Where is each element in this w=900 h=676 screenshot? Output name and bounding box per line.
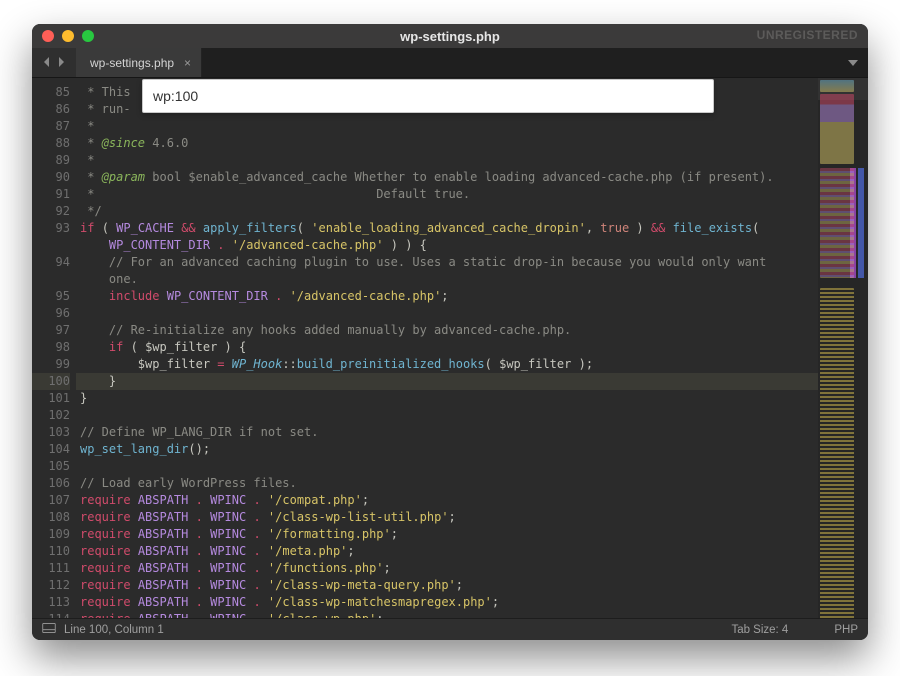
code-line: * bbox=[80, 152, 818, 169]
line-number: 88 bbox=[32, 135, 70, 152]
code-line: require ABSPATH . WPINC . '/formatting.p… bbox=[80, 526, 818, 543]
code-line: * @since 4.6.0 bbox=[80, 135, 818, 152]
code-line: require ABSPATH . WPINC . '/compat.php'; bbox=[80, 492, 818, 509]
titlebar: wp-settings.php UNREGISTERED bbox=[32, 24, 868, 48]
tab-label: wp-settings.php bbox=[90, 56, 174, 70]
window-title: wp-settings.php bbox=[400, 29, 500, 44]
code-line: // Re-initialize any hooks added manuall… bbox=[80, 322, 818, 339]
line-number: 108 bbox=[32, 509, 70, 526]
line-number: 86 bbox=[32, 101, 70, 118]
nav-back-button[interactable] bbox=[42, 55, 52, 70]
tab-close-icon[interactable]: × bbox=[184, 56, 191, 70]
zoom-window-button[interactable] bbox=[82, 30, 94, 42]
tab-active[interactable]: wp-settings.php × bbox=[76, 48, 202, 77]
line-number: 102 bbox=[32, 407, 70, 424]
code-line: require ABSPATH . WPINC . '/class-wp-mat… bbox=[80, 594, 818, 611]
registration-label: UNREGISTERED bbox=[757, 28, 858, 42]
line-number-gutter: 8586878889909192939495969798991001011021… bbox=[32, 78, 76, 618]
status-tab-size[interactable]: Tab Size: 4 bbox=[731, 624, 788, 636]
code-line: * Default true. bbox=[80, 186, 818, 203]
code-line: WP_CONTENT_DIR . '/advanced-cache.php' )… bbox=[80, 237, 818, 254]
code-line: // Load early WordPress files. bbox=[80, 475, 818, 492]
line-number: 113 bbox=[32, 594, 70, 611]
code-line: require ABSPATH . WPINC . '/meta.php'; bbox=[80, 543, 818, 560]
window-controls bbox=[42, 30, 94, 42]
code-line: * @param bool $enable_advanced_cache Whe… bbox=[80, 169, 818, 186]
code-line: $wp_filter = WP_Hook::build_preinitializ… bbox=[80, 356, 818, 373]
line-number: 110 bbox=[32, 543, 70, 560]
line-number: 95 bbox=[32, 288, 70, 305]
code-view[interactable]: * This * run- * * @since 4.6.0 * * @para… bbox=[76, 78, 818, 618]
code-line: * bbox=[80, 118, 818, 135]
minimize-window-button[interactable] bbox=[62, 30, 74, 42]
line-number: 97 bbox=[32, 322, 70, 339]
code-line: include WP_CONTENT_DIR . '/advanced-cach… bbox=[80, 288, 818, 305]
close-window-button[interactable] bbox=[42, 30, 54, 42]
tab-bar: wp-settings.php × bbox=[32, 48, 868, 78]
line-number: 100 bbox=[32, 373, 70, 390]
line-number: 107 bbox=[32, 492, 70, 509]
status-bar: Line 100, Column 1 Tab Size: 4 PHP bbox=[32, 618, 868, 640]
code-line bbox=[80, 458, 818, 475]
line-number: 93 bbox=[32, 220, 70, 237]
goto-input-value: wp:100 bbox=[153, 88, 198, 104]
line-number: 101 bbox=[32, 390, 70, 407]
line-number: 112 bbox=[32, 577, 70, 594]
line-number: 87 bbox=[32, 118, 70, 135]
line-number: 114 bbox=[32, 611, 70, 618]
code-line bbox=[80, 407, 818, 424]
minimap[interactable] bbox=[818, 78, 868, 618]
status-language[interactable]: PHP bbox=[834, 624, 858, 636]
line-number: 103 bbox=[32, 424, 70, 441]
line-number: 90 bbox=[32, 169, 70, 186]
tab-overflow-button[interactable] bbox=[838, 48, 868, 77]
code-line: // For an advanced caching plugin to use… bbox=[80, 254, 818, 271]
panel-switch-icon[interactable] bbox=[42, 623, 56, 636]
line-number: 105 bbox=[32, 458, 70, 475]
code-line: wp_set_lang_dir(); bbox=[80, 441, 818, 458]
line-number: 106 bbox=[32, 475, 70, 492]
code-line bbox=[80, 305, 818, 322]
nav-arrows bbox=[32, 48, 76, 77]
line-number: 89 bbox=[32, 152, 70, 169]
line-number: 85 bbox=[32, 84, 70, 101]
code-line: if ( $wp_filter ) { bbox=[80, 339, 818, 356]
goto-input[interactable]: wp:100 bbox=[142, 79, 714, 113]
line-number: 104 bbox=[32, 441, 70, 458]
line-number: 91 bbox=[32, 186, 70, 203]
line-number: 99 bbox=[32, 356, 70, 373]
line-number: 94 bbox=[32, 254, 70, 271]
code-line: one. bbox=[80, 271, 818, 288]
code-line: require ABSPATH . WPINC . '/class-wp-met… bbox=[80, 577, 818, 594]
code-line: } bbox=[76, 373, 818, 390]
line-number: 98 bbox=[32, 339, 70, 356]
code-line: // Define WP_LANG_DIR if not set. bbox=[80, 424, 818, 441]
line-number: 111 bbox=[32, 560, 70, 577]
line-number: 96 bbox=[32, 305, 70, 322]
status-cursor: Line 100, Column 1 bbox=[64, 624, 164, 636]
line-number: 109 bbox=[32, 526, 70, 543]
code-line: require ABSPATH . WPINC . '/functions.ph… bbox=[80, 560, 818, 577]
editor-window: wp-settings.php UNREGISTERED wp-settings… bbox=[32, 24, 868, 640]
code-line: if ( WP_CACHE && apply_filters( 'enable_… bbox=[80, 220, 818, 237]
code-line: */ bbox=[80, 203, 818, 220]
code-line: require ABSPATH . WPINC . '/class-wp.php… bbox=[80, 611, 818, 618]
nav-forward-button[interactable] bbox=[56, 55, 66, 70]
code-line: require ABSPATH . WPINC . '/class-wp-lis… bbox=[80, 509, 818, 526]
editor-area: wp:100 858687888990919293 94 9596979899100… bbox=[32, 78, 868, 618]
code-line: } bbox=[80, 390, 818, 407]
line-number: 92 bbox=[32, 203, 70, 220]
